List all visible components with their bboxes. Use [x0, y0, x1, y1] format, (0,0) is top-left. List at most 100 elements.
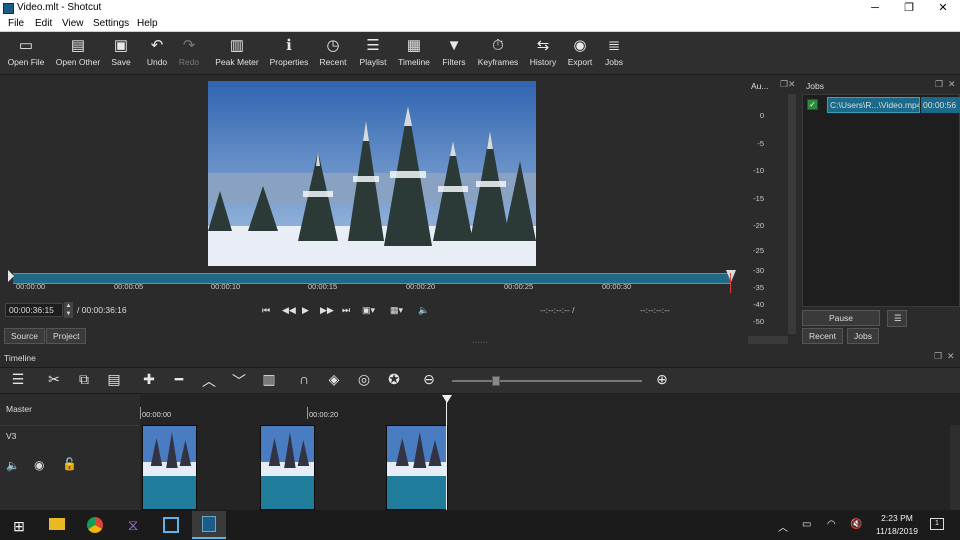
video-preview[interactable]	[208, 81, 536, 266]
timecode-spinner-icon[interactable]: ▲ ▼	[64, 302, 73, 318]
zoom-slider-handle[interactable]	[492, 376, 500, 386]
cut-icon[interactable]: ✂	[43, 371, 65, 388]
overwrite-icon[interactable]: ﹀	[228, 371, 250, 391]
keyframes-button[interactable]: ⏱ Keyframes	[476, 35, 520, 67]
zoom-icon[interactable]: ▣▾	[362, 305, 375, 316]
volume-icon[interactable]: 🔈	[418, 305, 429, 316]
play-icon[interactable]: ▶	[302, 305, 309, 316]
menu-help[interactable]: Help	[137, 18, 158, 29]
panel-close-icon[interactable]: ✕	[948, 79, 956, 90]
timeline-menu-icon[interactable]: ☰	[7, 371, 29, 388]
rewind-icon[interactable]: ◀◀	[282, 305, 296, 316]
splitter-handle[interactable]: ······	[472, 338, 488, 347]
clock-date[interactable]: 11/18/2019	[868, 526, 926, 536]
lift-icon[interactable]: ︿	[198, 371, 220, 391]
video-clip[interactable]	[260, 425, 315, 510]
meter-h-scrollbar[interactable]	[748, 336, 788, 344]
funnel-icon: ▼	[446, 37, 462, 54]
shotcut-taskbar-icon[interactable]	[192, 511, 226, 539]
job-row[interactable]: ✓ C:\Users\R...\Video.mp4 00:00:56	[803, 97, 960, 113]
meter-label: -35	[753, 283, 764, 292]
tray-chevron-icon[interactable]: ︿	[778, 519, 788, 534]
recent-button[interactable]: ◷ Recent	[316, 35, 350, 67]
minimize-button[interactable]: ─	[858, 0, 892, 17]
close-button[interactable]: ✕	[926, 0, 960, 17]
scrub-eye-icon[interactable]: ◈	[323, 371, 345, 388]
video-clip[interactable]	[142, 425, 197, 510]
panel-float-icon[interactable]: ❐	[934, 351, 942, 362]
ripple-all-icon[interactable]: ✪	[383, 371, 405, 388]
split-icon[interactable]: ▥	[258, 371, 280, 388]
app-icon[interactable]	[156, 514, 186, 538]
peak-meter-button[interactable]: ▥ Peak Meter	[214, 35, 260, 67]
meter-label: -30	[753, 266, 764, 275]
windows-taskbar: ⊞ ⧖ ︿ ▭ ◠ 🔇 2:23 PM 11/18/2019 1	[0, 510, 960, 540]
properties-button[interactable]: ℹ Properties	[268, 35, 310, 67]
mute-icon[interactable]: 🔈	[6, 459, 20, 472]
jobs-menu-button[interactable]: ☰	[887, 310, 907, 327]
menu-settings[interactable]: Settings	[93, 18, 129, 29]
panel-float-icon[interactable]: ❐	[780, 79, 788, 90]
filters-button[interactable]: ▼ Filters	[438, 35, 470, 67]
jobs-list[interactable]: ✓ C:\Users\R...\Video.mp4 00:00:56	[802, 94, 960, 307]
eye-icon[interactable]: ◉	[34, 458, 44, 472]
export-button[interactable]: ◉ Export	[565, 35, 595, 67]
jobs-button[interactable]: ≣ Jobs	[600, 35, 628, 67]
append-icon[interactable]: ✚	[138, 371, 160, 388]
paste-icon[interactable]: ▤	[103, 371, 125, 388]
menu-edit[interactable]: Edit	[35, 18, 52, 29]
tray-display-icon[interactable]: ▭	[802, 519, 811, 530]
skip-previous-icon[interactable]: ⏮	[262, 305, 270, 316]
redo-button[interactable]: ↷ Redo	[174, 35, 204, 67]
tray-volume-icon[interactable]: 🔇	[850, 519, 862, 530]
ripple-icon[interactable]: ◎	[353, 371, 375, 388]
clock-time[interactable]: 2:23 PM	[872, 513, 922, 523]
zoom-out-icon[interactable]: ⊖	[418, 371, 440, 388]
pause-button[interactable]: Pause	[802, 310, 880, 326]
panel-close-icon[interactable]: ✕	[947, 351, 955, 362]
timeline-button[interactable]: ▦ Timeline	[396, 35, 432, 67]
source-tab[interactable]: Source	[4, 328, 45, 344]
chrome-icon[interactable]	[80, 514, 110, 538]
file-explorer-icon[interactable]	[42, 514, 72, 538]
job-name[interactable]: C:\Users\R...\Video.mp4	[827, 97, 920, 113]
fast-forward-icon[interactable]: ▶▶	[320, 305, 334, 316]
open-other-button[interactable]: ▤ Open Other	[53, 35, 103, 67]
tray-network-icon[interactable]: ◠	[827, 519, 836, 530]
notification-icon[interactable]: 1	[930, 518, 944, 530]
clip-thumbnail	[261, 426, 314, 476]
menu-file[interactable]: File	[8, 18, 24, 29]
panel-close-icon[interactable]: ✕	[788, 79, 796, 90]
zoom-slider[interactable]	[452, 380, 642, 382]
current-timecode[interactable]: 00:00:36:15	[5, 303, 63, 317]
snap-magnet-icon[interactable]: ∩	[293, 371, 315, 387]
skip-next-icon[interactable]: ⏭	[342, 305, 350, 316]
jobs-tab[interactable]: Jobs	[847, 328, 879, 344]
open-file-button[interactable]: ▭ Open File	[5, 35, 47, 67]
playlist-button[interactable]: ☰ Playlist	[356, 35, 390, 67]
timeline-tracks: Master V3 🔈 ◉ 🔓 00:00:00 00:00:20	[0, 395, 960, 510]
meter-scrollbar[interactable]	[788, 94, 796, 334]
video-clip[interactable]	[386, 425, 448, 510]
undo-button[interactable]: ↶ Undo	[142, 35, 172, 67]
menu-view[interactable]: View	[62, 18, 84, 29]
timeline-playhead-icon[interactable]	[442, 395, 452, 403]
track-area[interactable]: 00:00:00 00:00:20	[140, 395, 950, 510]
history-button[interactable]: ⇆ History	[526, 35, 560, 67]
maximize-button[interactable]: ❐	[892, 0, 926, 17]
project-tab[interactable]: Project	[46, 328, 87, 344]
windows-start-icon[interactable]: ⊞	[4, 514, 34, 538]
panel-float-icon[interactable]: ❐	[935, 79, 943, 90]
timeline-scrollbar[interactable]	[950, 425, 960, 510]
info-icon: ℹ	[286, 37, 292, 54]
copy-icon[interactable]: ⧉	[73, 371, 95, 388]
visual-studio-icon[interactable]: ⧖	[118, 514, 148, 538]
player-scrubber[interactable]: 00:00:00 00:00:05 00:00:10 00:00:15 00:0…	[8, 268, 736, 294]
grid-icon[interactable]: ▦▾	[390, 305, 403, 316]
save-button[interactable]: ▣ Save	[106, 35, 136, 67]
database-icon: ≣	[607, 37, 621, 54]
recent-tab[interactable]: Recent	[802, 328, 843, 344]
lock-icon[interactable]: 🔓	[62, 457, 77, 471]
remove-icon[interactable]: ━	[168, 371, 190, 388]
zoom-in-icon[interactable]: ⊕	[651, 371, 673, 388]
